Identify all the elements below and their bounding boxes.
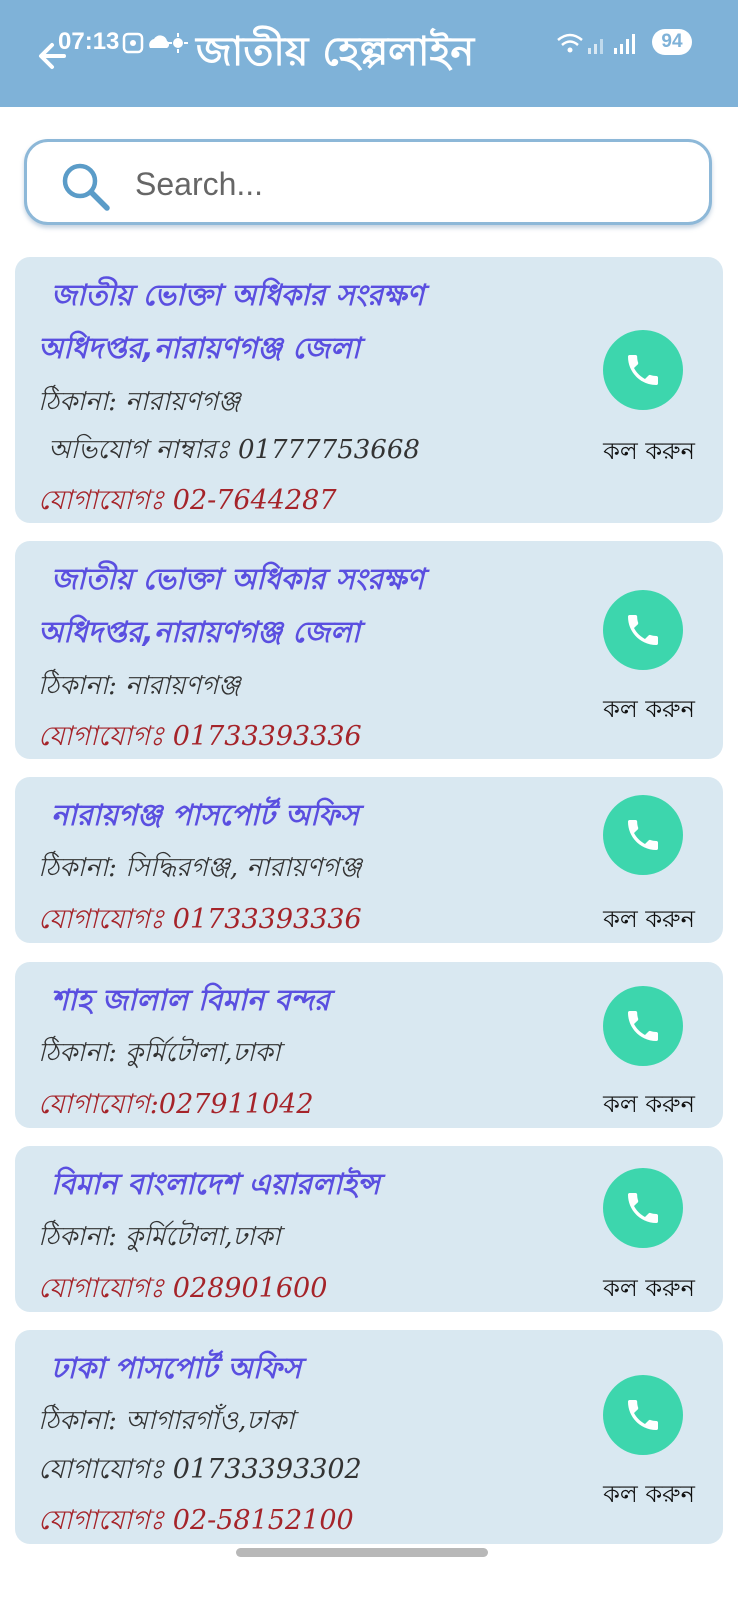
battery-indicator: 94 [652, 29, 692, 55]
notification-icons [122, 32, 188, 54]
card-title: জাতীয় ভোক্তা অধিকার সংরক্ষণ [51, 278, 425, 312]
call-label[interactable]: কল করুন [575, 901, 723, 941]
call-button[interactable] [603, 590, 683, 670]
search-bar[interactable] [24, 139, 712, 225]
helpline-card: ঢাকা পাসপোর্ট অফিস ঠিকানা: আগারগাঁও,ঢাকা… [15, 1330, 723, 1544]
call-label[interactable]: কল করুন [575, 1270, 723, 1310]
helpline-card: জাতীয় ভোক্তা অধিকার সংরক্ষণ অধিদপ্তর,না… [15, 541, 723, 759]
card-contact: যোগাযোগঃ 02-58152100 [38, 1505, 354, 1536]
card-title: ঢাকা পাসপোর্ট অফিস [51, 1351, 302, 1385]
card-title: বিমান বাংলাদেশ এয়ারলাইন্স [51, 1167, 380, 1201]
phone-icon [628, 820, 658, 850]
card-address: ঠিকানা: আগারগাঁও,ঢাকা [38, 1406, 295, 1436]
card-title-line2: অধিদপ্তর,নারায়ণগঞ্জ জেলা [38, 331, 361, 365]
app-title: জাতীয় হেল্পলাইন [196, 29, 475, 75]
call-button[interactable] [603, 1168, 683, 1248]
call-button[interactable] [603, 986, 683, 1066]
card-title: জাতীয় ভোক্তা অধিকার সংরক্ষণ [51, 562, 425, 596]
search-input[interactable] [133, 158, 677, 210]
phone-icon [628, 615, 658, 645]
call-button[interactable] [603, 795, 683, 875]
card-contact-mobile: যোগাযোগঃ 01733393302 [38, 1454, 362, 1485]
home-indicator[interactable] [236, 1548, 488, 1557]
card-title-line2: অধিদপ্তর,নারায়ণগঞ্জ জেলা [38, 615, 361, 649]
card-address: ঠিকানা: সিদ্ধিরগঞ্জ, নারায়ণগঞ্জ [38, 853, 362, 883]
card-contact: যোগাযোগঃ 028901600 [38, 1273, 328, 1304]
app-header: 07:13 জাতীয় হেল্পলাইন 94 [0, 0, 738, 107]
card-address: ঠিকানা: নারায়ণগঞ্জ [38, 387, 241, 417]
helpline-card: নারায়গঞ্জ পাসপোর্ট অফিস ঠিকানা: সিদ্ধির… [15, 777, 723, 943]
call-button[interactable] [603, 330, 683, 410]
helpline-card: জাতীয় ভোক্তা অধিকার সংরক্ষণ অধিদপ্তর,না… [15, 257, 723, 523]
status-time: 07:13 [58, 28, 120, 55]
phone-icon [628, 1193, 658, 1223]
card-address: ঠিকানা: কুর্মিটোলা,ঢাকা [38, 1222, 281, 1252]
helpline-card: বিমান বাংলাদেশ এয়ারলাইন্স ঠিকানা: কুর্ম… [15, 1146, 723, 1312]
helpline-card: শাহ জালাল বিমান বন্দর ঠিকানা: কুর্মিটোলা… [15, 962, 723, 1128]
signal-icons [557, 33, 635, 54]
card-contact: যোগাযোগঃ 02-7644287 [38, 485, 337, 516]
card-contact: যোগাযোগঃ 01733393336 [38, 721, 362, 752]
card-title: নারায়গঞ্জ পাসপোর্ট অফিস [51, 798, 359, 832]
phone-icon [628, 1400, 658, 1430]
call-label[interactable]: কল করুন [575, 691, 723, 731]
card-address: ঠিকানা: নারায়ণগঞ্জ [38, 671, 241, 701]
search-icon [62, 163, 110, 211]
card-title: শাহ জালাল বিমান বন্দর [51, 983, 330, 1017]
card-contact: যোগাযোগঃ 01733393336 [38, 904, 362, 935]
call-label[interactable]: কল করুন [575, 1476, 723, 1516]
card-complaint-number: অভিযোগ নাম্বারঃ 01777753668 [48, 435, 420, 465]
card-address: ঠিকানা: কুর্মিটোলা,ঢাকা [38, 1038, 281, 1068]
call-button[interactable] [603, 1375, 683, 1455]
phone-icon [628, 1011, 658, 1041]
call-label[interactable]: কল করুন [575, 1086, 723, 1126]
phone-icon [628, 355, 658, 385]
call-label[interactable]: কল করুন [575, 433, 723, 473]
card-contact: যোগাযোগ:027911042 [38, 1089, 314, 1120]
